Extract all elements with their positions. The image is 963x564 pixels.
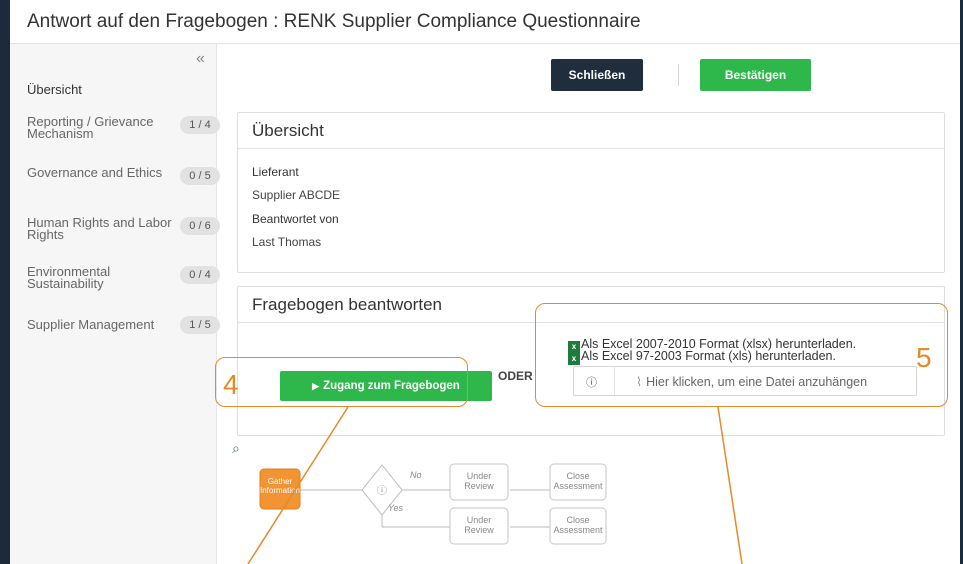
confirm-button[interactable]: Bestätigen bbox=[700, 59, 811, 91]
progress-badge: 0 / 4 bbox=[180, 266, 220, 284]
sidebar-item-overview[interactable]: Übersicht bbox=[27, 82, 82, 97]
overview-panel: Übersicht Lieferant Supplier ABCDE Beant… bbox=[237, 112, 945, 273]
close-button[interactable]: Schließen bbox=[551, 59, 643, 91]
panel-title: Übersicht bbox=[238, 113, 944, 149]
under-review-label: Under Review bbox=[464, 471, 494, 491]
annotation-box-4 bbox=[215, 357, 468, 407]
under-review-label-2: Under Review bbox=[464, 515, 494, 535]
decision-yes-label: Yes bbox=[388, 503, 404, 513]
progress-badge: 0 / 6 bbox=[180, 217, 220, 235]
annotation-number-5: 5 bbox=[916, 342, 932, 373]
decision-no-label: No bbox=[410, 470, 422, 480]
progress-badge: 1 / 5 bbox=[180, 316, 220, 334]
app-window: Antwort auf den Fragebogen : RENK Suppli… bbox=[10, 0, 960, 564]
sidebar-item-environmental[interactable]: Environmental Sustainability 0 / 4 bbox=[27, 264, 220, 302]
toolbar-divider bbox=[678, 64, 679, 86]
collapse-sidebar-icon[interactable]: « bbox=[196, 50, 205, 68]
sidebar-item-label: Environmental Sustainability bbox=[27, 264, 111, 291]
annotation-box-5 bbox=[535, 303, 948, 407]
sidebar-item-label: Reporting / Grievance Mechanism bbox=[27, 114, 154, 141]
search-icon[interactable]: ⌕ bbox=[232, 440, 240, 457]
sidebar-item-supplier-management[interactable]: Supplier Management 1 / 5 bbox=[27, 316, 220, 352]
title-bar: Antwort auf den Fragebogen : RENK Suppli… bbox=[10, 0, 960, 44]
progress-badge: 1 / 4 bbox=[180, 116, 220, 134]
supplier-label: Lieferant bbox=[252, 165, 299, 179]
sidebar: « Übersicht Reporting / Grievance Mechan… bbox=[10, 44, 220, 564]
progress-badge: 0 / 5 bbox=[180, 167, 220, 185]
answered-by-label: Beantwortet von bbox=[252, 212, 339, 226]
sidebar-item-label: Human Rights and Labor Rights bbox=[27, 215, 172, 242]
sidebar-item-governance[interactable]: Governance and Ethics 0 / 5 bbox=[27, 165, 220, 203]
supplier-value: Supplier ABCDE bbox=[252, 188, 341, 202]
sidebar-item-human-rights[interactable]: Human Rights and Labor Rights 0 / 6 bbox=[27, 215, 220, 253]
sidebar-item-reporting[interactable]: Reporting / Grievance Mechanism 1 / 4 bbox=[27, 114, 220, 152]
answered-by-value: Last Thomas bbox=[252, 235, 322, 249]
or-label: ODER bbox=[498, 369, 533, 383]
decision-info-icon: ⓘ bbox=[377, 485, 387, 497]
sidebar-item-label: Governance and Ethics bbox=[27, 165, 163, 180]
sidebar-item-label: Supplier Management bbox=[27, 317, 155, 332]
page-title: Antwort auf den Fragebogen : RENK Suppli… bbox=[27, 11, 641, 32]
annotation-number-4: 4 bbox=[223, 369, 239, 400]
